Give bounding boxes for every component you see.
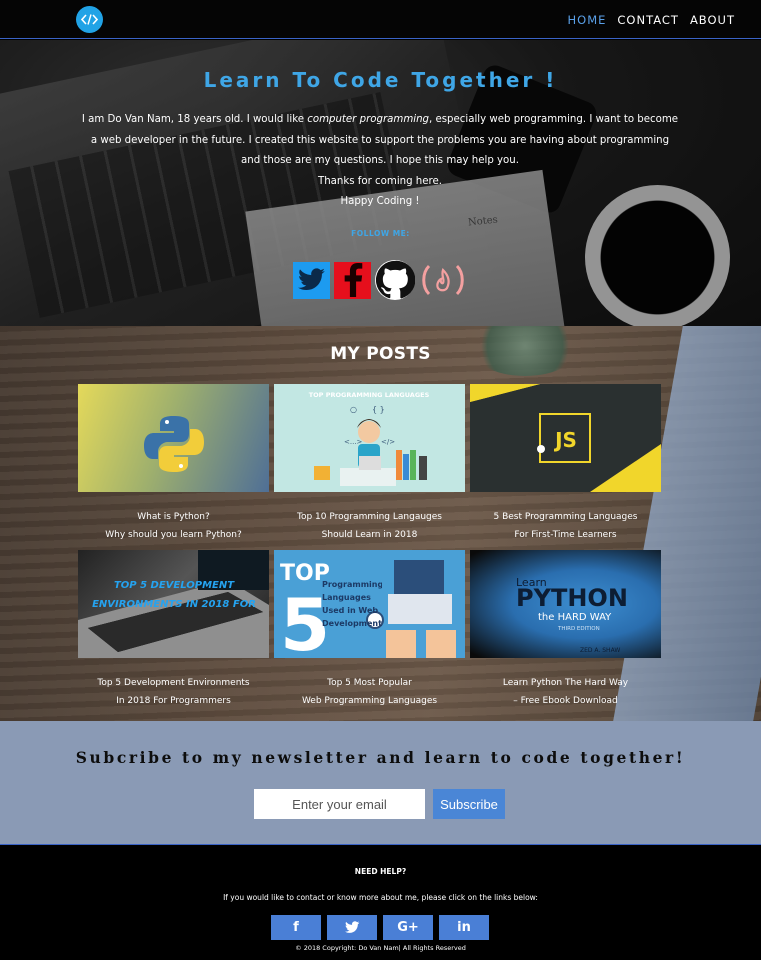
thanks-text: Thanks for coming here. [317,175,442,187]
post-title-line1[interactable]: 5 Best Programming Languages [494,512,638,522]
post-title-line2[interactable]: Why should you learn Python? [105,530,242,540]
happy-coding-text: Happy Coding ! [340,196,420,207]
nav-about-link[interactable]: ABOUT [690,13,735,27]
top-navbar: HOME CONTACT ABOUT [0,0,761,39]
post-caption[interactable]: What is Python? Why should you learn Pyt… [78,508,269,544]
footer-facebook-button[interactable]: f [271,915,321,940]
nav-home-link[interactable]: HOME [568,13,607,27]
post-card[interactable]: What is Python? Why should you learn Pyt… [78,384,269,544]
learn-python-hard-way-thumb[interactable]: Learn PYTHON the HARD WAY THIRD EDITION … [470,550,661,658]
svg-text:{ }: { } [372,405,385,414]
js-logo-icon[interactable]: JS [470,384,661,492]
follow-me-label: FOLLOW ME: [351,229,410,238]
hero-title: Learn To Code Together ! [203,68,558,92]
thumb-author-text: ZED A. SHAW [580,647,620,654]
top-programming-languages-thumb[interactable]: TOP PROGRAMMING LANGUAGES <...> </> ○ { … [274,384,465,492]
nav-links: HOME CONTACT ABOUT [568,13,736,27]
post-title-line1[interactable]: Learn Python The Hard Way [503,678,628,688]
post-card[interactable]: JS 5 Best Programming Languages For Firs… [470,384,661,544]
thumb-edition-text: THIRD EDITION [557,626,600,632]
svg-text:</>: </> [381,438,395,446]
dev-environments-thumb[interactable]: TOP 5 DEVELOPMENT ENVIRONMENTS IN 2018 F… [78,550,269,658]
post-card[interactable]: TOP 5 Programming Languages Used in Web … [274,550,465,710]
google-plus-icon: G+ [397,920,419,935]
post-card[interactable]: TOP PROGRAMMING LANGUAGES <...> </> ○ { … [274,384,465,544]
post-title-line1[interactable]: Top 5 Most Popular [327,678,412,688]
social-icons [293,260,467,300]
post-card[interactable]: Learn PYTHON the HARD WAY THIRD EDITION … [470,550,661,710]
hero-intro: I am Do Van Nam, 18 years old. I would l… [80,110,680,213]
post-caption[interactable]: Top 5 Most Popular Web Programming Langu… [274,674,465,710]
copyright-text: © 2018 Copyright: Do Van Nam| All Rights… [295,944,466,952]
footer-linkedin-button[interactable]: in [439,915,489,940]
post-title-line1[interactable]: What is Python? [137,512,210,522]
footer-google-plus-button[interactable]: G+ [383,915,433,940]
post-caption[interactable]: Learn Python The Hard Way – Free Ebook D… [470,674,661,710]
python-logo-icon[interactable] [78,384,269,492]
post-card[interactable]: TOP 5 DEVELOPMENT ENVIRONMENTS IN 2018 F… [78,550,269,710]
freecodecamp-icon[interactable] [419,262,467,299]
post-title-line2[interactable]: Should Learn in 2018 [322,530,418,540]
thumb-hard-way-text: the HARD WAY [538,612,612,623]
thumb-js-text: JS [553,428,577,452]
footer-twitter-button[interactable] [327,915,377,940]
linkedin-icon: in [457,920,471,935]
twitter-icon [344,921,359,933]
svg-text:○: ○ [350,405,357,414]
post-caption[interactable]: 5 Best Programming Languages For First-T… [470,508,661,544]
newsletter-title: Subcribe to my newsletter and learn to c… [75,748,686,767]
posts-title: MY POSTS [330,344,431,364]
thumb-dev-env-text: TOP 5 DEVELOPMENT ENVIRONMENTS IN 2018 F… [92,580,256,610]
github-icon[interactable] [375,260,415,300]
code-icon[interactable] [76,6,103,33]
thumb-top5-caption: Programming Languages Used in Web Develo… [322,580,382,628]
footer: NEED HELP? If you would like to contact … [0,844,761,960]
thumb-python-text: PYTHON [516,584,628,612]
twitter-icon[interactable] [293,261,330,299]
post-title-line2[interactable]: For First-Time Learners [514,530,616,540]
code-brackets-glyph [81,14,98,25]
post-caption[interactable]: Top 10 Programming Langauges Should Lear… [274,508,465,544]
footer-social-buttons: f G+ in [271,915,489,940]
newsletter-section: Subcribe to my newsletter and learn to c… [0,721,761,844]
svg-text:<...>: <...> [344,438,363,446]
hero-section: Notes Learn To Code Together ! I am Do V… [0,40,761,327]
intro-text-start: I am Do Van Nam, 18 years old. I would l… [81,114,308,125]
post-title-line2[interactable]: In 2018 For Programmers [116,696,231,706]
post-title-line1[interactable]: Top 5 Development Environments [97,678,249,688]
post-title-line2[interactable]: Web Programming Languages [302,696,437,706]
post-title-line2[interactable]: – Free Ebook Download [513,696,618,706]
nav-contact-link[interactable]: CONTACT [617,13,679,27]
intro-emphasis: computer programming [307,114,429,125]
contact-text: If you would like to contact or know mor… [223,893,538,902]
thumb-top-languages-text: TOP PROGRAMMING LANGUAGES [309,391,430,399]
top5-web-thumb[interactable]: TOP 5 Programming Languages Used in Web … [274,550,465,658]
email-input[interactable] [254,789,425,819]
facebook-icon[interactable] [334,261,371,299]
post-caption[interactable]: Top 5 Development Environments In 2018 F… [78,674,269,710]
need-help-heading: NEED HELP? [354,867,407,876]
subscribe-button[interactable]: Subscribe [433,789,505,819]
facebook-icon: f [293,920,299,935]
my-posts-section: MY POSTS What is Python? Why should you … [0,326,761,721]
post-title-line1[interactable]: Top 10 Programming Langauges [297,512,442,522]
